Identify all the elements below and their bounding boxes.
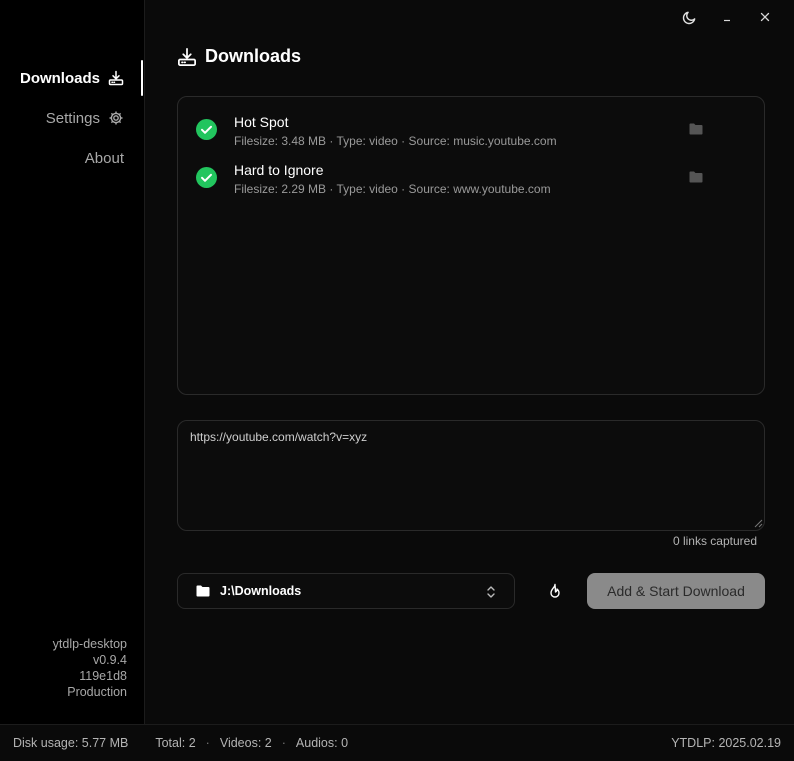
version-info: ytdlp-desktop v0.9.4 119e1d8 Production [53, 636, 127, 700]
status-bar: Disk usage: 5.77 MB Total: 2 · Videos: 2… [0, 724, 794, 761]
url-input[interactable]: https://youtube.com/watch?v=xyz [177, 420, 765, 531]
ytdlp-version: YTDLP: 2025.02.19 [671, 736, 781, 750]
download-icon [108, 70, 124, 86]
check-circle-icon [196, 119, 217, 140]
audios-count: Audios: 0 [295, 736, 349, 750]
download-meta: Filesize: 2.29 MB · Type: video · Source… [234, 182, 551, 196]
download-meta: Filesize: 3.48 MB · Type: video · Source… [234, 134, 557, 148]
resize-grip-icon[interactable] [754, 519, 763, 528]
main-content: Downloads Hot Spot Filesize: 3.48 MB · T… [145, 0, 794, 724]
list-item[interactable]: Hot Spot Filesize: 3.48 MB · Type: video… [194, 111, 750, 151]
disk-usage: Disk usage: 5.77 MB [13, 736, 129, 750]
sidebar-item-label: About [84, 149, 124, 167]
app-window: Downloads Settings About ytdlp-desktop v… [0, 0, 794, 761]
folder-path: J:\Downloads [220, 584, 302, 598]
page-header: Downloads [177, 46, 301, 67]
status-left: Disk usage: 5.77 MB Total: 2 · Videos: 2… [13, 736, 348, 750]
links-captured-count: 0 links captured [672, 534, 757, 548]
sidebar-nav: Downloads Settings About [0, 58, 144, 178]
list-item[interactable]: Hard to Ignore Filesize: 2.29 MB · Type:… [194, 159, 750, 199]
app-version: v0.9.4 [92, 653, 127, 667]
app-commit: 119e1d8 [79, 669, 127, 683]
gear-icon [108, 110, 124, 126]
sidebar-item-settings[interactable]: Settings [0, 98, 144, 138]
flame-icon[interactable] [547, 583, 563, 601]
download-name: Hard to Ignore [234, 162, 324, 178]
sidebar-item-downloads[interactable]: Downloads [0, 58, 144, 98]
add-start-download-button[interactable]: Add & Start Download [587, 573, 765, 609]
separator: · [281, 736, 286, 750]
app-name: ytdlp-desktop [52, 637, 127, 651]
download-folder-select[interactable]: J:\Downloads [177, 573, 515, 609]
download-name: Hot Spot [234, 114, 289, 130]
page-title: Downloads [205, 46, 302, 66]
total-count: Total: 2 [155, 736, 196, 750]
check-circle-icon [196, 167, 217, 188]
videos-count: Videos: 2 [219, 736, 272, 750]
download-icon [178, 47, 196, 66]
chevron-up-down-icon [487, 586, 495, 598]
sidebar-item-about[interactable]: About [0, 138, 144, 178]
sidebar: Downloads Settings About ytdlp-desktop v… [0, 0, 145, 724]
folder-icon[interactable] [689, 123, 703, 135]
app-env: Production [67, 685, 127, 699]
separator: · [205, 736, 210, 750]
folder-icon [196, 585, 210, 597]
downloads-list: Hot Spot Filesize: 3.48 MB · Type: video… [177, 96, 765, 395]
sidebar-item-label: Downloads [19, 69, 100, 87]
folder-icon[interactable] [689, 171, 703, 183]
sidebar-item-label: Settings [45, 109, 100, 127]
